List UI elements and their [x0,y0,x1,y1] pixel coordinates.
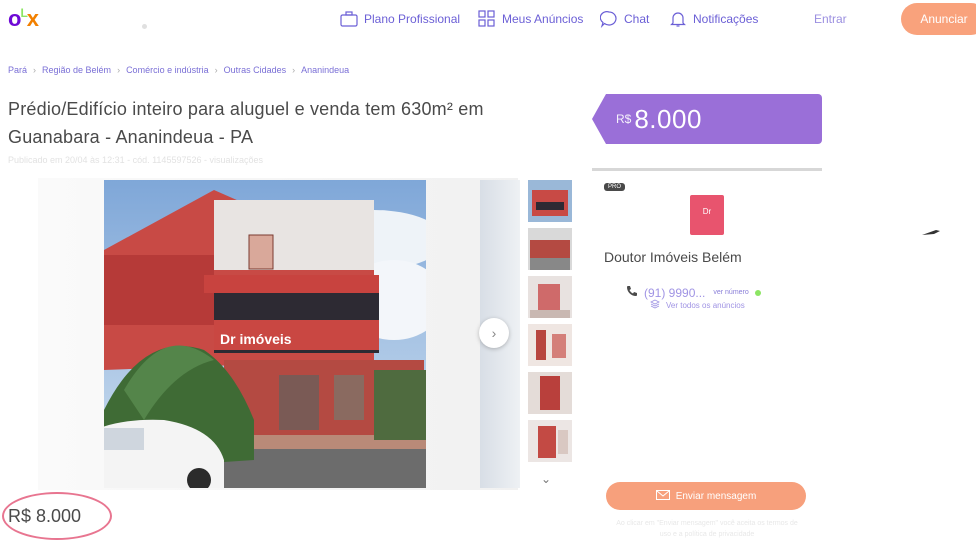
chevron-right-icon: › [491,325,497,341]
thumbnail[interactable] [528,324,572,366]
chat-bubble-icon [599,10,618,29]
phone-icon [626,285,638,300]
phone-number: (91) 9990... [644,285,706,300]
reveal-phone-link[interactable]: ver número [713,289,748,296]
send-message-button[interactable]: Enviar mensagem [606,482,806,510]
breadcrumb-item[interactable]: Pará [8,65,27,75]
listing-title: Prédio/Edifício inteiro para aluguel e v… [8,99,484,147]
thumbnail[interactable] [528,276,572,318]
seller-name[interactable]: Doutor Imóveis Belém [604,249,742,265]
breadcrumb-separator: › [214,65,218,75]
listing-meta: Publicado em 20/04 às 12:31 - cód. 11455… [8,155,264,165]
breadcrumb: Pará › Região de Belém › Comércio e indú… [8,65,349,75]
thumbnail[interactable] [528,228,572,270]
nav-label: Plano Profissional [364,12,461,26]
breadcrumb-separator: › [33,65,37,75]
logo-letter-o: o [8,6,21,31]
breadcrumb-item[interactable]: Ananindeua [301,65,349,75]
send-message-label: Enviar mensagem [675,490,757,502]
nav-label: Meus Anúncios [502,12,584,26]
all-ads-label: Ver todos os anúncios [666,300,745,310]
logo-letter-x: x [26,6,39,31]
bell-icon [669,10,687,28]
nav-meus-anuncios[interactable]: Meus Anúncios [478,10,583,28]
all-ads-link[interactable]: Ver todos os anúncios [650,299,745,311]
mouse-cursor-icon [922,224,940,235]
olx-logo[interactable]: oLx [8,6,39,32]
price-currency: R$ [616,112,632,126]
nav-label: Chat [624,12,650,26]
main-listing-photo[interactable]: Dr imóveis [104,180,426,488]
price-tag: R$ 8.000 [592,94,822,144]
thumbnail-strip [528,180,572,468]
pro-badge: PRO [604,183,626,191]
top-header: oLx Plano Profissional Meus Anúncios Cha… [0,0,976,40]
login-link[interactable]: Entrar [814,12,847,26]
seller-logo[interactable]: Dr [690,195,724,235]
price-value: 8.000 [634,103,702,134]
listing-price: R$ 8.000 [8,506,82,526]
thumbnail[interactable] [528,180,572,222]
thumbnail[interactable] [528,420,572,462]
nav-chat[interactable]: Chat [599,10,650,29]
disclaimer-text: Ao clicar em "Enviar mensagem" você acei… [616,520,798,538]
breadcrumb-separator: › [117,65,121,75]
breadcrumb-separator: › [292,65,296,75]
envelope-icon [655,489,670,503]
seller-card: PRO Dr Doutor Imóveis Belém (91) 9990...… [592,168,822,468]
breadcrumb-item[interactable]: Região de Belém [42,65,111,75]
photo-sign-text: Dr imóveis [220,331,292,347]
nav-label: Notificações [693,12,759,26]
layers-icon [650,299,660,311]
gallery-next-button[interactable]: › [479,318,509,348]
breadcrumb-item[interactable]: Outras Cidades [224,65,287,75]
chevron-down-icon[interactable]: ⌄ [541,472,551,486]
verified-dot-icon [754,289,761,296]
nav-notificacoes[interactable]: Notificações [669,10,758,28]
decorative-dot [142,24,147,29]
breadcrumb-item[interactable]: Comércio e indústria [126,65,209,75]
phone-row: (91) 9990... ver número [626,285,761,300]
seller-logo-text: Dr [702,207,712,216]
briefcase-icon [340,10,358,28]
thumbnail[interactable] [528,372,572,414]
grid-icon [478,10,496,28]
post-ad-button[interactable]: Anunciar [901,3,976,35]
nav-plano-profissional[interactable]: Plano Profissional [340,10,460,28]
